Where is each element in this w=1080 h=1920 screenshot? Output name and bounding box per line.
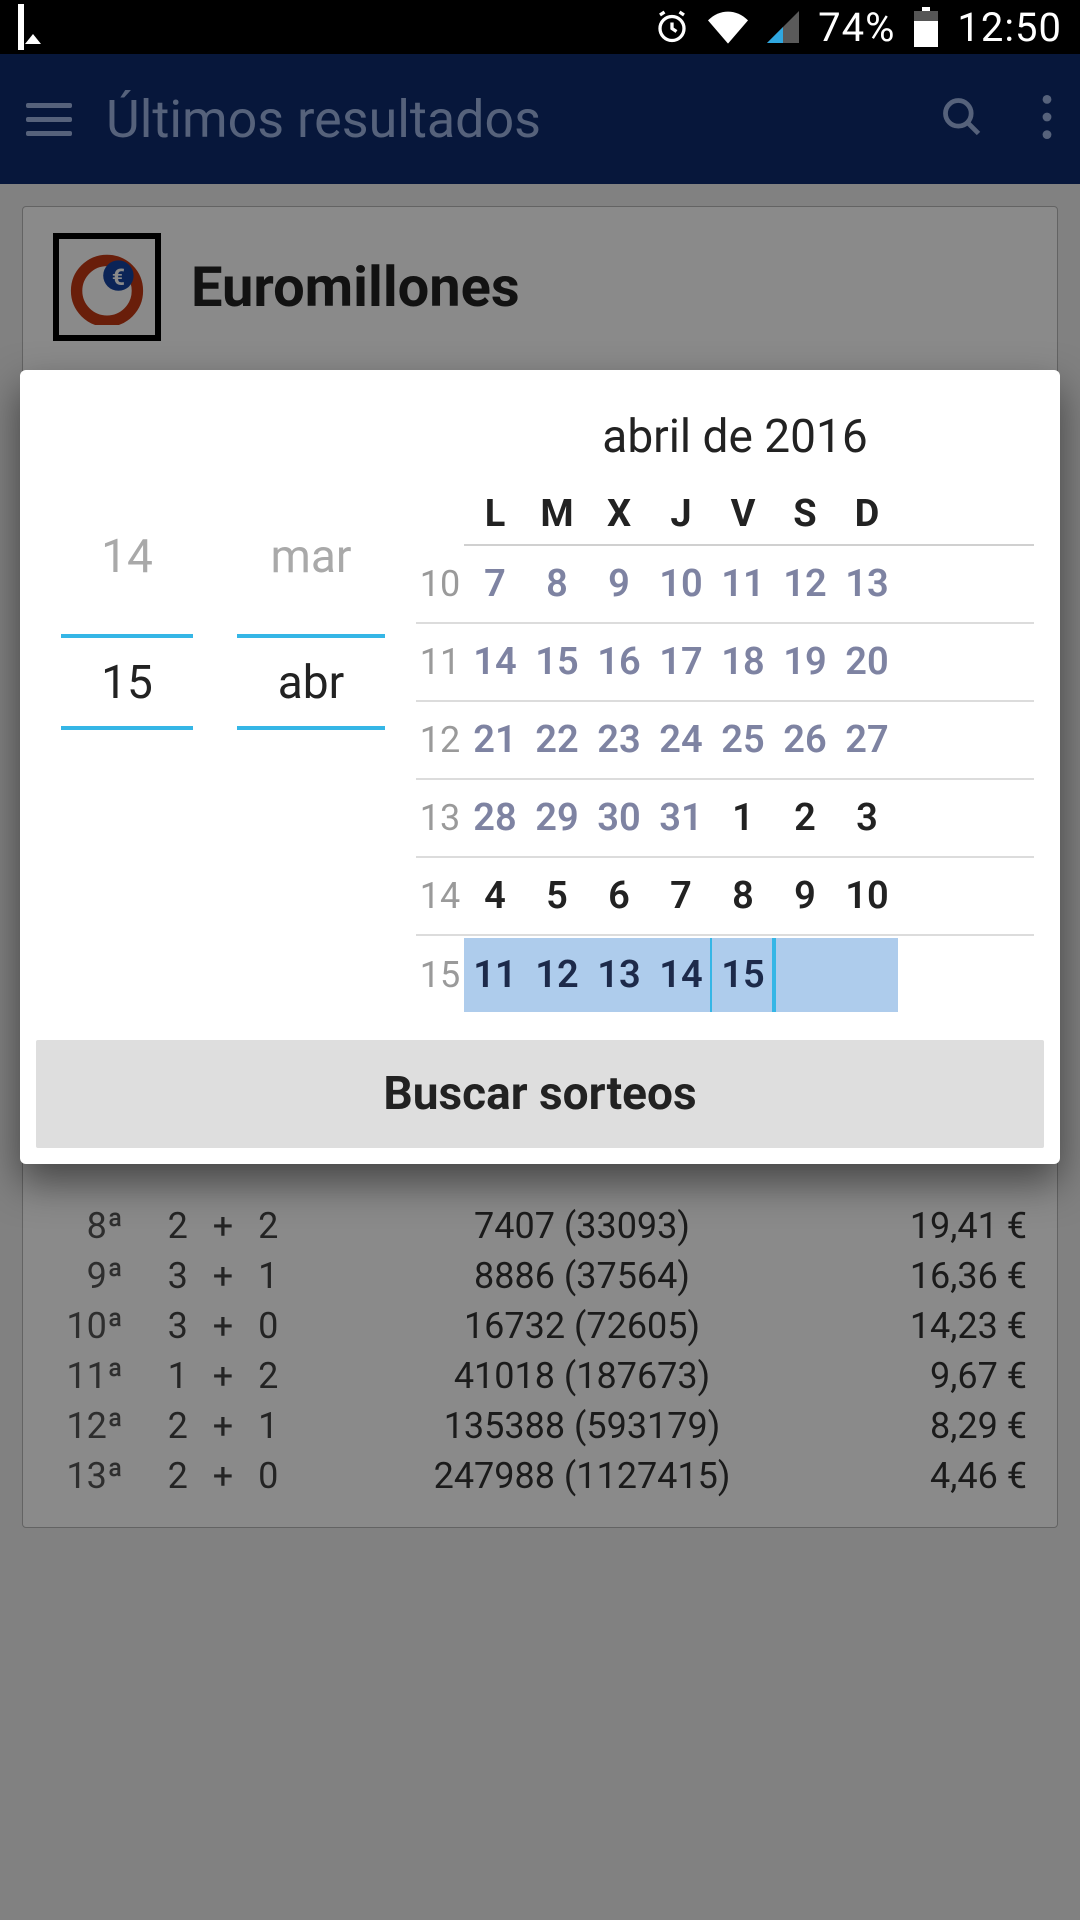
calendar-day[interactable]: 15 [712,938,774,1012]
calendar-day[interactable]: 11 [712,562,774,606]
calendar-day[interactable]: 4 [464,874,526,918]
week-number: 15 [416,954,464,996]
alarm-icon [654,9,690,45]
day-spinner-prev[interactable]: 14 [61,530,193,584]
calendar-day[interactable]: 2 [774,796,836,840]
battery-icon [913,7,939,47]
picture-icon [18,7,24,47]
calendar-day[interactable]: 18 [712,640,774,684]
calendar-day [774,938,836,1012]
calendar-day[interactable]: 15 [526,640,588,684]
calendar-day[interactable]: 13 [836,562,898,606]
week-number: 13 [416,797,464,839]
calendar-dow: J [650,492,712,536]
calendar-day[interactable]: 30 [588,796,650,840]
calendar-day[interactable]: 13 [588,938,650,1012]
wifi-icon [708,10,748,44]
calendar-day[interactable]: 19 [774,640,836,684]
calendar-day[interactable]: 24 [650,718,712,762]
calendar-week: 1221222324252627 [416,702,1034,780]
calendar-day[interactable]: 17 [650,640,712,684]
calendar-day[interactable]: 29 [526,796,588,840]
calendar-dow: D [836,492,898,536]
calendar-day[interactable]: 11 [464,938,526,1012]
calendar-day[interactable]: 22 [526,718,588,762]
calendar-week: 1078910111213 [416,546,1034,624]
day-spinner-selected[interactable]: 15 [61,618,193,730]
calendar-dow: S [774,492,836,536]
calendar-week: 1445678910 [416,858,1034,936]
month-spinner-selected[interactable]: abr [237,618,385,730]
calendar-day[interactable]: 12 [526,938,588,1012]
calendar-day[interactable]: 7 [650,874,712,918]
calendar-week: 1328293031123 [416,780,1034,858]
date-spinner[interactable]: 14 mar 15 abr [38,410,408,1014]
calendar-day[interactable]: 23 [588,718,650,762]
calendar-day[interactable]: 12 [774,562,836,606]
calendar-day [836,938,898,1012]
calendar-dow-header: LMXJVSD [464,492,1034,536]
week-number: 12 [416,719,464,761]
status-bar: 74% 12:50 [0,0,1080,54]
calendar-dow: V [712,492,774,536]
calendar-title: abril de 2016 [436,410,1034,464]
week-number: 10 [416,563,464,605]
calendar-day[interactable]: 9 [588,562,650,606]
calendar-day[interactable]: 10 [650,562,712,606]
calendar-week: 151112131415 [416,936,1034,1014]
calendar-day[interactable]: 8 [712,874,774,918]
calendar-dow: X [588,492,650,536]
week-number: 14 [416,875,464,917]
calendar-day[interactable]: 31 [650,796,712,840]
calendar-day[interactable]: 26 [774,718,836,762]
calendar-day[interactable]: 3 [836,796,898,840]
battery-percent: 74% [818,4,895,51]
calendar-dow: L [464,492,526,536]
calendar-day[interactable]: 28 [464,796,526,840]
calendar-day[interactable]: 6 [588,874,650,918]
calendar-dow: M [526,492,588,536]
calendar: abril de 2016 LMXJVSD 107891011121311141… [408,410,1042,1014]
month-spinner-prev[interactable]: mar [237,530,385,584]
calendar-day[interactable]: 25 [712,718,774,762]
week-number: 11 [416,641,464,683]
calendar-day[interactable]: 27 [836,718,898,762]
calendar-day[interactable]: 10 [836,874,898,918]
clock-time: 12:50 [957,4,1062,51]
calendar-day[interactable]: 14 [650,938,712,1012]
calendar-day[interactable]: 20 [836,640,898,684]
calendar-day[interactable]: 9 [774,874,836,918]
search-draws-button[interactable]: Buscar sorteos [36,1040,1044,1148]
calendar-day[interactable]: 14 [464,640,526,684]
calendar-day[interactable]: 8 [526,562,588,606]
calendar-day[interactable]: 21 [464,718,526,762]
signal-icon [766,11,800,43]
calendar-day[interactable]: 16 [588,640,650,684]
calendar-day[interactable]: 7 [464,562,526,606]
calendar-day[interactable]: 1 [712,796,774,840]
calendar-day[interactable]: 5 [526,874,588,918]
calendar-week: 1114151617181920 [416,624,1034,702]
date-picker-dialog: 14 mar 15 abr abril de 20 [20,370,1060,1164]
